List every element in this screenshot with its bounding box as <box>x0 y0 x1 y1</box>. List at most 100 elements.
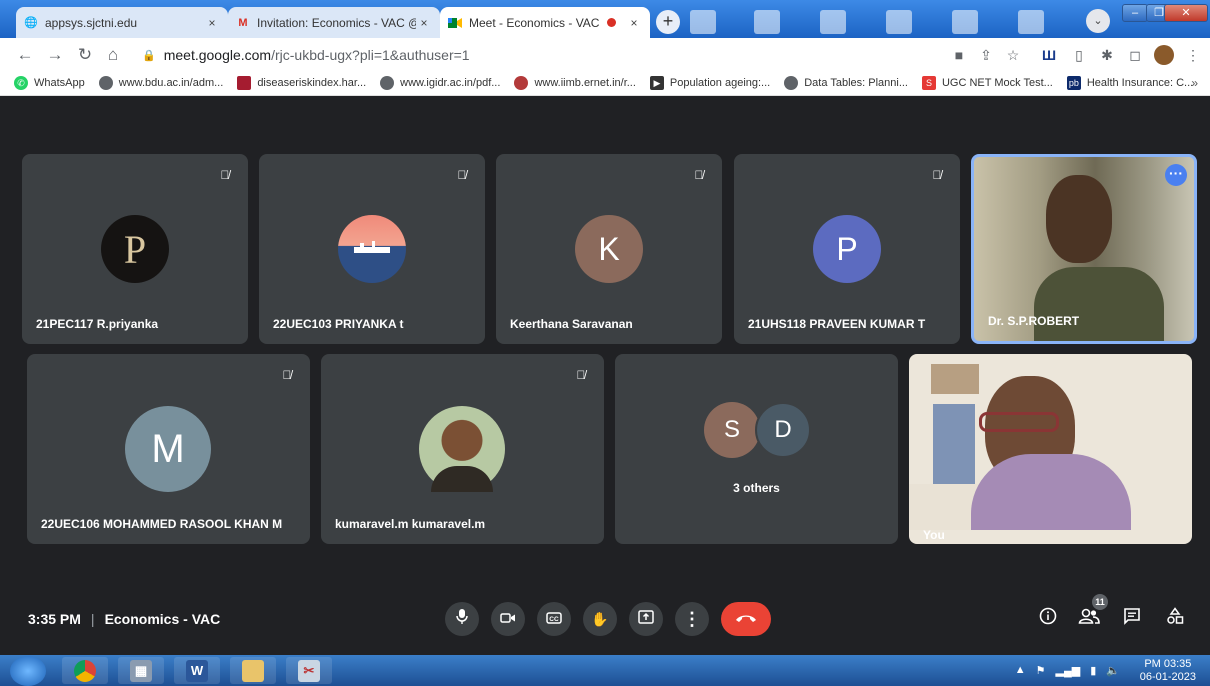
participant-tile[interactable]: 🎙̸ P 21UHS118 PRAVEEN KUMAR T <box>734 154 960 344</box>
taskbar-clock[interactable]: PM 03:35 06-01-2023 <box>1140 658 1196 684</box>
taskbar-snipping-tool[interactable]: ✂ <box>286 657 332 684</box>
reload-icon[interactable]: ↻ <box>74 44 96 66</box>
mic-muted-icon: 🎙̸ <box>220 168 230 182</box>
bookmark-ugc-net[interactable]: S UGC NET Mock Test... <box>921 76 1053 90</box>
close-tab-icon[interactable]: × <box>626 16 642 30</box>
arch-icon <box>514 76 529 90</box>
present-screen-button[interactable] <box>629 602 663 636</box>
bookmark-whatsapp[interactable]: ✆ WhatsApp <box>14 76 85 90</box>
participant-tile[interactable]: 🎙̸ M 22UEC106 MOHAMMED RASOOL KHAN M <box>27 354 310 544</box>
participant-tile[interactable]: 🎙̸ K Keerthana Saravanan <box>496 154 722 344</box>
participant-tile[interactable]: 🎙̸ kumaravel.m kumaravel.m <box>321 354 604 544</box>
participant-tile[interactable]: 🎙̸ 22UEC103 PRIYANKA t <box>259 154 485 344</box>
chat-button[interactable] <box>1119 607 1145 633</box>
minimize-button[interactable]: – <box>1122 4 1148 22</box>
desktop-icon <box>1018 10 1044 34</box>
raise-hand-button[interactable]: ✋ <box>583 602 617 636</box>
activities-icon <box>1167 607 1184 624</box>
bookmark-health-insurance[interactable]: pb Health Insurance: C... <box>1066 76 1193 90</box>
taskbar-calculator[interactable]: ▦ <box>118 657 164 684</box>
globe-icon <box>784 76 799 90</box>
bookmark-label: www.bdu.ac.in/adm... <box>118 77 224 89</box>
bookmark-diseaseriskindex[interactable]: diseaseriskindex.har... <box>237 76 366 90</box>
windows-taskbar: ▦ W ✂ ▲ ⚑ ▂▄▆ ▮ 🔈 PM 03:35 06-01-2023 <box>0 655 1210 686</box>
tab-gmail-invitation[interactable]: M Invitation: Economics - VAC @ D × <box>228 7 440 38</box>
back-arrow-icon[interactable]: ← <box>14 44 36 66</box>
side-panel-icon[interactable]: ◻ <box>1126 46 1144 64</box>
clock-time: PM 03:35 <box>1144 658 1192 670</box>
document-extension-icon[interactable]: ▯ <box>1070 46 1088 64</box>
participant-name: 21PEC117 R.priyanka <box>36 317 159 331</box>
meeting-details-button[interactable] <box>1035 607 1061 633</box>
captions-button[interactable]: CC <box>537 602 571 636</box>
network-signal-icon[interactable]: ▂▄▆ <box>1056 664 1081 677</box>
share-icon[interactable]: ⇪ <box>977 46 995 64</box>
meeting-time: 3:35 PM <box>28 611 81 627</box>
home-icon[interactable]: ⌂ <box>102 44 124 66</box>
meet-icon <box>448 16 462 30</box>
window-close-button[interactable]: ✕ <box>1164 4 1208 22</box>
s-icon: S <box>921 76 936 90</box>
globe-icon: 🌐 <box>24 17 38 29</box>
browser-toolbar: ← → ↻ ⌂ 🔒 meet.google.com/rjc-ukbd-ugx?p… <box>0 38 1210 71</box>
participant-name: 22UEC103 PRIYANKA t <box>273 317 404 331</box>
taskbar-word[interactable]: W <box>174 657 220 684</box>
people-button[interactable] <box>1076 607 1102 633</box>
bookmark-label: diseaseriskindex.har... <box>257 77 367 89</box>
mic-muted-icon: 🎙̸ <box>457 168 467 182</box>
puzzle-extensions-icon[interactable]: ✱ <box>1098 46 1116 64</box>
tab-appsys[interactable]: 🌐 appsys.sjctni.edu × <box>16 7 228 38</box>
clock-date: 06-01-2023 <box>1139 671 1196 683</box>
bookmark-star-icon[interactable]: ☆ <box>1004 46 1022 64</box>
address-bar[interactable]: 🔒 meet.google.com/rjc-ukbd-ugx?pli=1&aut… <box>128 42 1028 68</box>
bookmark-data-tables[interactable]: Data Tables: Planni... <box>784 76 908 90</box>
bookmark-label: UGC NET Mock Test... <box>941 77 1053 89</box>
microphone-button[interactable] <box>445 602 479 636</box>
gmail-icon: M <box>238 16 248 29</box>
hand-icon: ✋ <box>591 611 609 627</box>
desktop-icon <box>886 10 912 34</box>
participant-tile-speaking[interactable]: ··· Dr. S.P.ROBERT <box>971 154 1197 344</box>
self-view-tile[interactable]: You <box>909 354 1192 544</box>
activities-button[interactable] <box>1162 607 1188 633</box>
bookmark-bdu[interactable]: www.bdu.ac.in/adm... <box>98 76 224 90</box>
participant-name: kumaravel.m kumaravel.m <box>335 517 486 531</box>
taskbar-chrome[interactable] <box>62 657 108 684</box>
bookmark-population-ageing[interactable]: ▶ Population ageing:... <box>649 76 770 90</box>
flag-icon[interactable]: ⚑ <box>1036 664 1046 677</box>
taskbar-file-explorer[interactable] <box>230 657 276 684</box>
show-hidden-icons-icon[interactable]: ▲ <box>1015 664 1026 677</box>
more-bookmarks-icon[interactable]: » <box>1191 76 1198 90</box>
bookmark-igidr[interactable]: www.igidr.ac.in/pdf... <box>380 76 500 90</box>
folder-icon <box>242 659 264 682</box>
more-options-button[interactable]: ··· <box>1165 164 1187 186</box>
forward-arrow-icon[interactable]: → <box>44 44 66 66</box>
lock-icon: 🔒 <box>142 49 156 62</box>
profile-avatar[interactable] <box>1154 45 1174 65</box>
mic-muted-icon: 🎙̸ <box>694 168 704 182</box>
others-tile[interactable]: S D 3 others <box>615 354 898 544</box>
avatar: P <box>813 215 881 283</box>
more-menu-icon[interactable]: ⋮ <box>1184 46 1202 64</box>
start-button[interactable] <box>10 656 46 686</box>
participant-tile[interactable]: 🎙̸ P 21PEC117 R.priyanka <box>22 154 248 344</box>
camera-in-use-icon[interactable]: ■ <box>950 46 968 64</box>
tab-search-button[interactable]: ⌄ <box>1086 9 1110 33</box>
word-icon: W <box>186 659 208 682</box>
tab-meet[interactable]: Meet - Economics - VAC × <box>440 7 650 38</box>
extension-icon[interactable]: Ш <box>1040 46 1058 64</box>
new-tab-button[interactable]: + <box>656 10 680 34</box>
camera-button[interactable] <box>491 602 525 636</box>
more-options-button[interactable]: ⋮ <box>675 602 709 636</box>
globe-icon <box>380 76 395 90</box>
participant-name: Dr. S.P.ROBERT <box>988 314 1080 328</box>
tab-title: Invitation: Economics - VAC @ D <box>257 15 416 30</box>
leave-call-button[interactable] <box>721 602 771 636</box>
pb-icon: pb <box>1066 76 1081 90</box>
close-tab-icon[interactable]: × <box>416 16 432 30</box>
desktop-icon <box>690 10 716 34</box>
battery-icon[interactable]: ▮ <box>1090 664 1096 677</box>
bookmark-iimb[interactable]: www.iimb.ernet.in/r... <box>514 76 636 90</box>
volume-icon[interactable]: 🔈 <box>1106 664 1120 677</box>
close-tab-icon[interactable]: × <box>204 16 220 30</box>
